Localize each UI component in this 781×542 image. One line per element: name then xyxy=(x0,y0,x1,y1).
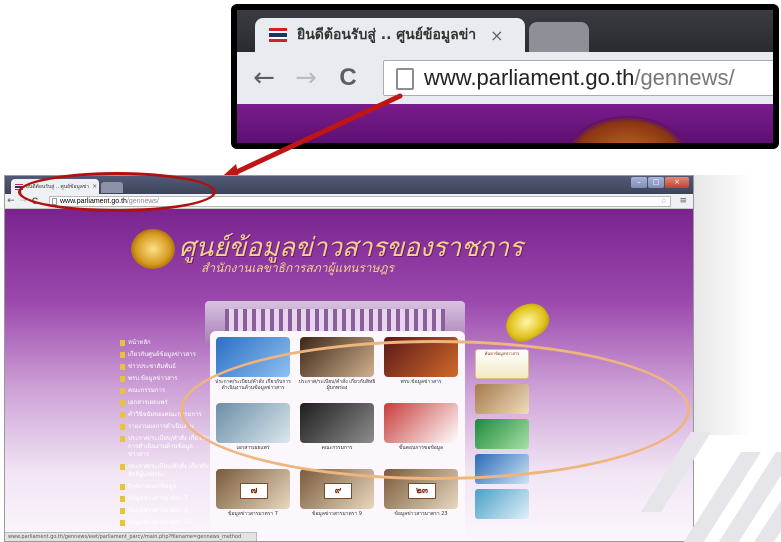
sidebar-item[interactable]: พรบ.ข้อมูลข่าวสาร xyxy=(120,375,212,383)
sidebar-item[interactable]: ประกาศ/ระเบียบ/คำสั่ง เกี่ยวกับสิทธิผู้บ… xyxy=(120,463,212,479)
sidebar-item-label: รายงานผลการดำเนินงาน xyxy=(128,423,194,430)
sidebar-item-label: ข่าวประชาสัมพันธ์ xyxy=(128,363,176,370)
sidebar-item-label: ลิงค์ภายนอกข้อมูล xyxy=(128,483,177,490)
feature-card[interactable]: ๗ข้อมูลข่าวสารมาตรา 7 xyxy=(214,469,292,531)
bullet-icon xyxy=(120,464,125,470)
site-subtitle: สำนักงานเลขาธิการสภาผู้แทนราษฎร xyxy=(201,261,394,275)
bullet-icon xyxy=(120,340,125,346)
sidebar-item-label: หน้าหลัก xyxy=(128,339,151,346)
sidebar-item-label: คณะกรรมการ xyxy=(128,387,166,394)
sidebar-item-label: ข้อมูลข่าวสารมาตรา 23 xyxy=(128,519,192,526)
decorative-stripes xyxy=(641,432,781,542)
sidebar-item-label: พรบ.ข้อมูลข่าวสาร xyxy=(128,375,178,382)
card-thumbnail: ๗ xyxy=(216,469,290,509)
section-number-tag: ๒๓ xyxy=(408,483,436,499)
content-highlight-oval xyxy=(180,340,690,480)
parliament-seal-icon xyxy=(131,229,175,269)
sidebar-item-label: ข้อมูลข่าวสารมาตรา 9 xyxy=(128,507,188,514)
bullet-icon xyxy=(120,352,125,358)
sidebar-item[interactable]: ข้อมูลข่าวสารมาตรา 7 xyxy=(120,495,212,503)
screenshot-stage: ยินดีต้อนรับสู่ .. ศูนย์ข้อมูลข่า × ← → … xyxy=(0,0,781,542)
sidebar-item-label: เอกสารเผยแพร่ xyxy=(128,399,168,406)
status-bar: www.parliament.go.th/gennews/ewt/parliam… xyxy=(5,532,257,541)
card-caption: ข้อมูลข่าวสารมาตรา 23 xyxy=(394,511,448,517)
section-number-tag: ๙ xyxy=(324,483,352,499)
sidebar-item-label: ประกาศ/ระเบียบ/คำสั่ง เกี่ยวกับการดำเนิน… xyxy=(128,435,209,458)
bullet-icon xyxy=(120,412,125,418)
bullet-icon xyxy=(120,520,125,526)
window-close-icon[interactable]: × xyxy=(665,177,689,188)
maximize-icon[interactable]: □ xyxy=(648,177,664,188)
bullet-icon xyxy=(120,496,125,502)
bullet-icon xyxy=(120,376,125,382)
sidebar-item[interactable]: ข่าวประชาสัมพันธ์ xyxy=(120,363,212,371)
sidebar-item[interactable]: ลิงค์ภายนอกข้อมูล xyxy=(120,483,212,491)
address-bar-highlight-ring xyxy=(18,172,216,212)
bullet-icon xyxy=(120,364,125,370)
sidebar-item[interactable]: ข้อมูลข่าวสารมาตรา 9 xyxy=(120,507,212,515)
bullet-icon xyxy=(120,484,125,490)
bullet-icon xyxy=(120,508,125,514)
sidebar-item-label: เกี่ยวกับศูนย์ข้อมูลข่าวสาร xyxy=(128,351,196,358)
menu-icon[interactable]: ≡ xyxy=(679,196,687,206)
card-caption: ข้อมูลข่าวสารมาตรา 9 xyxy=(312,511,362,517)
feature-card[interactable]: ๙ข้อมูลข่าวสารมาตรา 9 xyxy=(298,469,376,531)
sidebar-item[interactable]: ประกาศ/ระเบียบ/คำสั่ง เกี่ยวกับการดำเนิน… xyxy=(120,435,212,459)
bullet-icon xyxy=(120,424,125,430)
window-controls: – □ × xyxy=(631,177,689,188)
sidebar-item[interactable]: หน้าหลัก xyxy=(120,339,212,347)
sidebar-item[interactable]: ข้อมูลข่าวสารมาตรา 23 xyxy=(120,519,212,527)
sidebar-item-label: ประกาศ/ระเบียบ/คำสั่ง เกี่ยวกับสิทธิผู้บ… xyxy=(128,463,209,478)
back-arrow-icon[interactable]: ← xyxy=(5,196,17,206)
side-banner[interactable] xyxy=(475,489,529,519)
sidebar-item[interactable]: เกี่ยวกับศูนย์ข้อมูลข่าวสาร xyxy=(120,351,212,359)
minimize-icon[interactable]: – xyxy=(631,177,647,188)
bullet-icon xyxy=(120,436,125,442)
card-caption: ข้อมูลข่าวสารมาตรา 7 xyxy=(228,511,278,517)
bullet-icon xyxy=(120,400,125,406)
bookmark-star-icon[interactable]: ☆ xyxy=(661,197,667,205)
computer-mouse-image xyxy=(499,296,555,348)
bullet-icon xyxy=(120,388,125,394)
section-number-tag: ๗ xyxy=(240,483,268,499)
sidebar-item-label: ข้อมูลข่าวสารมาตรา 7 xyxy=(128,495,188,502)
